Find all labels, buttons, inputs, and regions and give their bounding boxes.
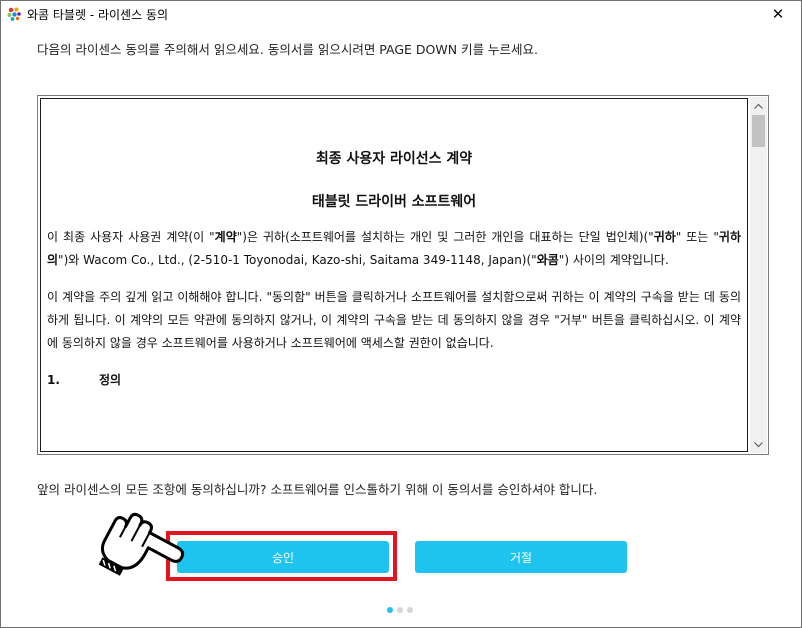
page-dot-2 — [397, 607, 403, 613]
scroll-up-button[interactable] — [750, 97, 767, 114]
license-paragraph-2: 이 계약을 주의 깊게 읽고 이해해야 합니다. "동의함" 버튼을 클릭하거나… — [47, 290, 741, 350]
instruction-text: 다음의 라이센스 동의를 주의해서 읽으세요. 동의서를 읽으시려면 PAGE … — [37, 42, 539, 57]
license-title: 최종 사용자 라이선스 계약 — [315, 151, 473, 167]
title-bar: 와콤 타블렛 - 라이센스 동의 ✕ — [1, 1, 801, 26]
highlight-box — [166, 531, 397, 581]
hand-pointer-icon — [98, 512, 185, 576]
agreement-question: 앞의 라이센스의 모든 조항에 동의하십니까? 소프트웨어를 인스톨하기 위해 … — [37, 482, 598, 497]
window-title: 와콤 타블렛 - 라이센스 동의 — [27, 8, 169, 22]
license-content-frame: 최종 사용자 라이선스 계약 태블릿 드라이버 소프트웨어 이 최종 사용자 사… — [40, 98, 748, 452]
license-content: 최종 사용자 라이선스 계약 태블릿 드라이버 소프트웨어 이 최종 사용자 사… — [41, 149, 747, 392]
license-subtitle: 태블릿 드라이버 소프트웨어 — [311, 194, 477, 210]
close-button[interactable]: ✕ — [755, 1, 801, 26]
vertical-scrollbar[interactable] — [750, 97, 767, 453]
close-icon: ✕ — [771, 4, 785, 23]
page-dot-3 — [407, 607, 413, 613]
page-dot-1 — [387, 607, 393, 613]
scrollbar-thumb[interactable] — [752, 115, 765, 147]
license-text-box[interactable]: 최종 사용자 라이선스 계약 태블릿 드라이버 소프트웨어 이 최종 사용자 사… — [37, 95, 769, 455]
chevron-up-icon — [754, 103, 763, 109]
section-number: 1. — [47, 373, 60, 387]
wacom-logo-icon — [7, 7, 21, 21]
license-paragraph-1: 이 최종 사용자 사용권 계약(이 "계약")은 귀하(소프트웨어를 설치하는 … — [47, 230, 741, 267]
license-section-heading: 1. 정의 — [47, 369, 741, 392]
chevron-down-icon — [754, 441, 763, 447]
page-indicator — [387, 607, 413, 613]
scroll-down-button[interactable] — [750, 436, 767, 453]
section-title: 정의 — [99, 373, 122, 387]
installer-window: 와콤 타블렛 - 라이센스 동의 ✕ 다음의 라이센스 동의를 주의해서 읽으세… — [0, 0, 802, 628]
decline-button[interactable]: 거절 — [415, 541, 627, 573]
